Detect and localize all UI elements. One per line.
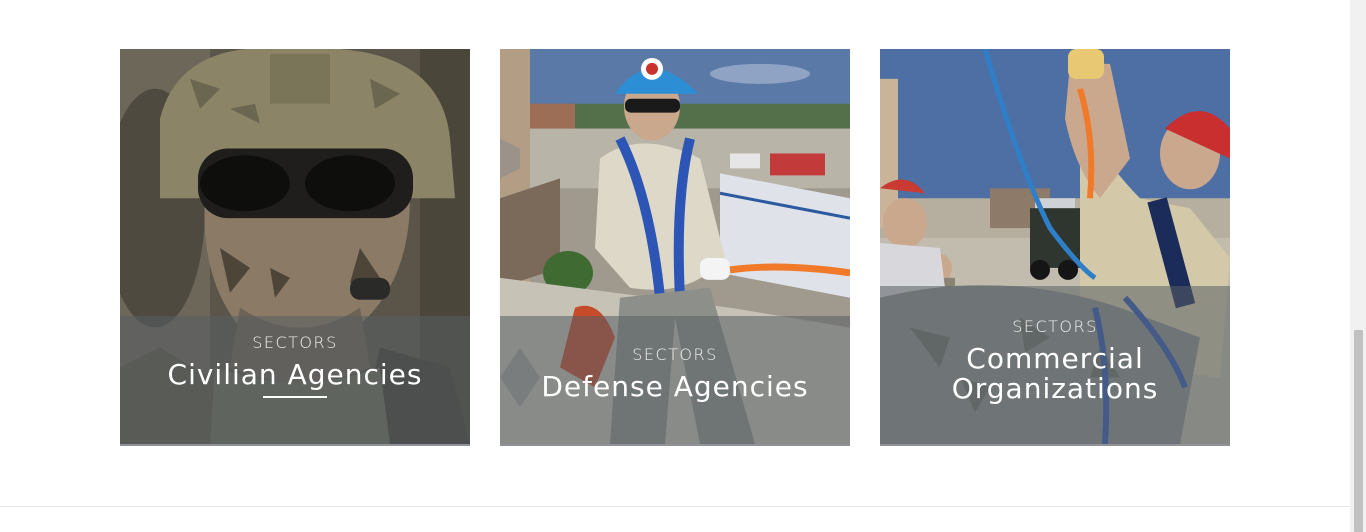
sector-card-civilian-agencies[interactable]: SECTORS Civilian Agencies [120,49,470,446]
card-kicker: SECTORS [632,344,718,364]
card-title[interactable]: Defense Agencies [525,371,825,402]
card-kicker: SECTORS [1012,316,1098,336]
card-title[interactable]: Civilian Agencies [145,359,445,390]
card-caption: SECTORS Commercial Organizations [880,286,1230,444]
card-caption: SECTORS Civilian Agencies [120,316,470,444]
card-underline [263,395,327,398]
card-kicker: SECTORS [252,332,338,352]
sector-cards: SECTORS Civilian Agencies SECTORS Defens… [120,49,1230,446]
scrollbar-thumb[interactable] [1354,330,1363,532]
card-caption: SECTORS Defense Agencies [500,316,850,444]
sector-card-defense-agencies[interactable]: SECTORS Defense Agencies [500,49,850,446]
footer-divider [0,506,1350,507]
card-title[interactable]: Commercial Organizations [905,343,1205,404]
page-scrollbar[interactable] [1350,0,1366,532]
sector-card-commercial-organizations[interactable]: SECTORS Commercial Organizations [880,49,1230,446]
